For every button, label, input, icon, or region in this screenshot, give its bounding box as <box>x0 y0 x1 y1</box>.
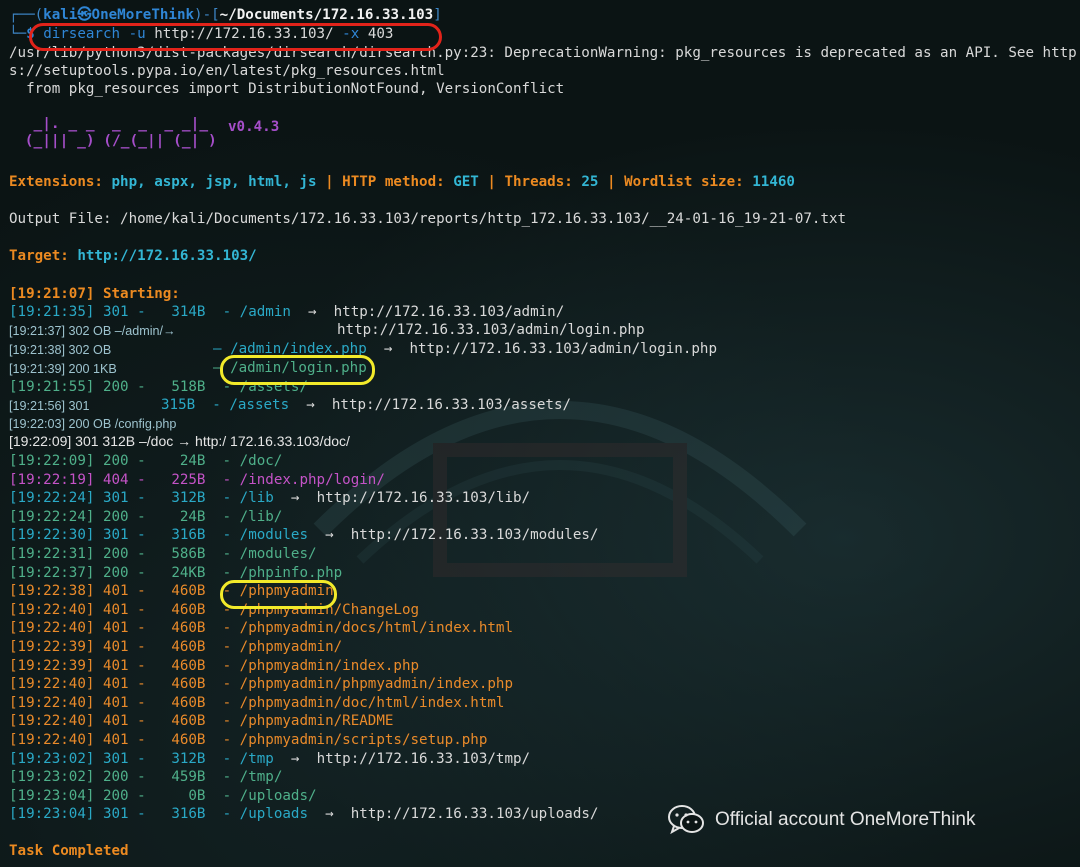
output-file-line: Output File: /home/kali/Documents/172.16… <box>9 211 847 227</box>
terminal-window[interactable]: ┌──(kali㉿OneMoreThink)-[~/Documents/172.… <box>0 0 1080 867</box>
prompt-cwd: ~/Documents/172.16.33.103 <box>219 7 434 23</box>
config-line: Extensions: php, aspx, jsp, html, js | H… <box>9 174 795 190</box>
result-row: [19:23:04] 200 - 0B - /uploads/ <box>9 787 317 804</box>
command-flag-u: -u <box>128 26 146 42</box>
partial-line-login-ts: [19:21:39] 200 1KB <box>9 362 117 376</box>
result-row: [19:23:04] 301 - 316B - /uploads → http:… <box>9 806 599 823</box>
task-completed: Task Completed <box>9 843 129 859</box>
result-row: [19:22:40] 401 - 460B - /phpmyadmin/doc/… <box>9 694 505 711</box>
partial-line-index-ts: [19:21:38] 302 OB <box>9 343 112 357</box>
result-row: [19:22:40] 401 - 460B - /phpmyadmin/Chan… <box>9 601 420 618</box>
result-row: [19:22:37] 200 - 24KB - /phpinfo.php <box>9 564 343 581</box>
partial-line-index: – /admin/index.php → http://172.16.33.10… <box>213 341 717 357</box>
prompt-symbol: $ <box>26 26 35 42</box>
prompt-user-host: kali㉿OneMoreThink <box>43 7 195 23</box>
result-row: [19:22:39] 401 - 460B - /phpmyadmin/inde… <box>9 657 420 674</box>
highlight-admin-login: /admin/login.php <box>230 360 367 376</box>
result-row: [19:22:40] 401 - 460B - /phpmyadmin/docs… <box>9 620 513 637</box>
result-row: [19:22:24] 200 - 24B - /lib/ <box>9 508 283 525</box>
result-row: [19:23:02] 301 - 312B - /tmp → http://17… <box>9 750 531 767</box>
partial-line-login: – /admin/login.php <box>213 360 367 376</box>
partial-line-assets: 315B - /assets → http://172.16.33.103/as… <box>161 397 572 413</box>
result-row-assets: [19:21:55] 200 - 518B - /assets/ <box>9 379 308 395</box>
partial-line-doc: [19:22:09] 301 312B –/doc → http:/ 172.1… <box>9 433 350 449</box>
result-row: [19:22:24] 301 - 312B - /lib → http://17… <box>9 490 531 507</box>
partial-redirect-login: http://172.16.33.103/admin/login.php <box>337 322 645 338</box>
warning-line-3: from pkg_resources import DistributionNo… <box>9 81 565 97</box>
command-code: 403 <box>367 26 394 42</box>
result-row: [19:22:40] 401 - 460B - /phpmyadmin/phpm… <box>9 676 513 693</box>
banner-version: v0.4.3 <box>228 119 280 135</box>
starting-line: [19:21:07] Starting: <box>9 286 180 302</box>
command-name: dirsearch <box>43 26 121 42</box>
warning-line-2: s://setuptools.pypa.io/en/latest/pkg_res… <box>9 63 445 79</box>
result-row: [19:22:38] 401 - 460B - /phpmyadmin <box>9 583 334 600</box>
result-row: [19:22:19] 404 - 225B - /index.php/login… <box>9 471 385 488</box>
result-row: [19:23:02] 200 - 459B - /tmp/ <box>9 769 283 786</box>
dirsearch-logo: _|. _ _ _ _ _ _|_ (_||| _) (/_(_|| (_| ) <box>24 116 217 149</box>
command-line[interactable]: └─$ dirsearch -u http://172.16.33.103/ -… <box>9 25 393 44</box>
command-url: http://172.16.33.103/ <box>154 26 334 42</box>
result-row: [19:22:40] 401 - 460B - /phpmyadmin/READ… <box>9 713 394 730</box>
command-flag-x: -x <box>342 26 360 42</box>
result-row: [19:22:31] 200 - 586B - /modules/ <box>9 546 317 562</box>
result-row: [19:21:35] 301 - 314B - /admin → http://… <box>9 304 565 320</box>
partial-line-admin: [19:21:37] 302 OB –/admin/→ <box>9 324 176 338</box>
warning-line-1: /usr/lib/python3/dist-packages/dirsearch… <box>9 45 1077 61</box>
prompt-line: ┌──(kali㉿OneMoreThink)-[~/Documents/172.… <box>9 7 442 23</box>
watermark: Official account OneMoreThink <box>667 802 976 838</box>
result-row: [19:22:09] 200 - 24B - /doc/ <box>9 453 283 469</box>
result-row: [19:22:40] 401 - 460B - /phpmyadmin/scri… <box>9 732 488 748</box>
wechat-icon <box>668 805 704 835</box>
watermark-text: Official account OneMoreThink <box>715 809 976 830</box>
result-row: [19:22:30] 301 - 316B - /modules → http:… <box>9 527 599 544</box>
target-line: Target: http://172.16.33.103/ <box>9 248 257 264</box>
partial-line-assets-ts: [19:21:56] 301 <box>9 399 90 413</box>
result-row: [19:22:39] 401 - 460B - /phpmyadmin/ <box>9 639 343 655</box>
